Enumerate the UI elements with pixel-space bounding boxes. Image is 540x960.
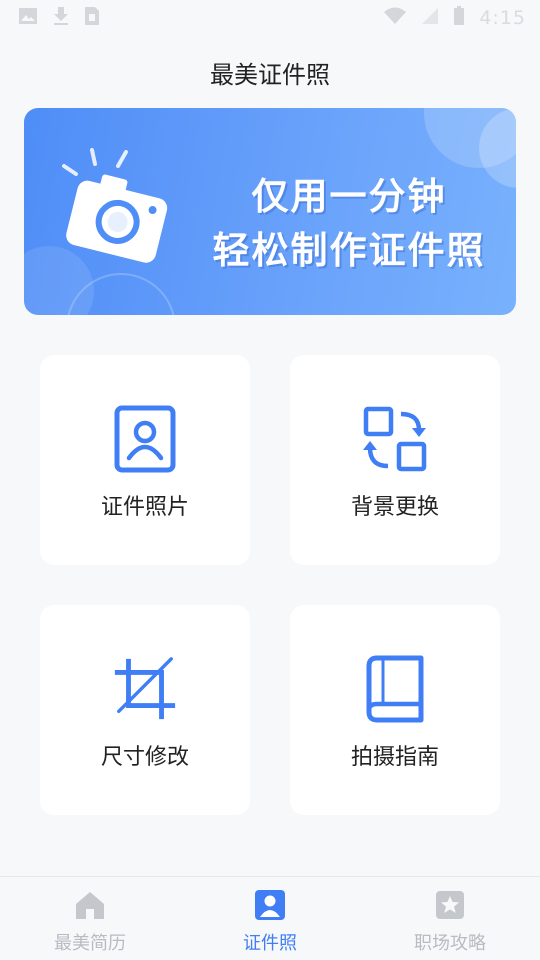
portrait-icon — [254, 889, 286, 925]
banner-headline: 仅用一分钟 轻松制作证件照 — [199, 170, 499, 278]
crop-icon — [111, 655, 179, 723]
nav-label: 职场攻略 — [414, 933, 486, 954]
download-icon — [52, 6, 70, 30]
sim-icon — [84, 6, 100, 30]
home-icon — [74, 889, 106, 925]
wifi-icon — [383, 7, 407, 29]
status-bar-right: 4:15 — [383, 6, 526, 30]
card-id-photo[interactable]: 证件照片 — [40, 355, 250, 565]
status-time: 4:15 — [479, 7, 526, 29]
card-label: 证件照片 — [100, 495, 189, 520]
banner-line-1: 仅用一分钟 — [251, 175, 447, 218]
nav-item-resume[interactable]: 最美简历 — [0, 877, 180, 960]
image-icon — [18, 7, 38, 29]
status-bar-left — [18, 6, 100, 30]
app-screen: 4:15 最美证件照 仅用一分钟 轻松制作证件照 证件照片 背景更换 尺寸修改 … — [0, 0, 540, 960]
battery-icon — [453, 6, 465, 30]
banner-line-2: 轻松制作证件照 — [212, 229, 486, 272]
card-shooting-guide[interactable]: 拍摄指南 — [290, 605, 500, 815]
promo-banner[interactable]: 仅用一分钟 轻松制作证件照 — [24, 108, 516, 315]
card-label: 尺寸修改 — [100, 745, 189, 770]
star-badge-icon — [434, 889, 466, 925]
card-background-swap[interactable]: 背景更换 — [290, 355, 500, 565]
swap-background-icon — [361, 405, 429, 473]
page-title: 最美证件照 — [210, 60, 330, 89]
bottom-nav: 最美简历 证件照 职场攻略 — [0, 876, 540, 960]
nav-label: 最美简历 — [54, 933, 126, 954]
status-bar: 4:15 — [0, 0, 540, 36]
signal-icon — [421, 7, 439, 29]
card-label: 拍摄指南 — [350, 745, 439, 770]
book-icon — [361, 655, 429, 723]
top-header: 最美证件照 — [0, 48, 540, 96]
nav-item-id-photo[interactable]: 证件照 — [180, 877, 360, 960]
id-photo-icon — [111, 405, 179, 473]
nav-item-career-tips[interactable]: 职场攻略 — [360, 877, 540, 960]
camera-icon — [46, 146, 171, 270]
card-label: 背景更换 — [350, 495, 439, 520]
nav-label: 证件照 — [243, 933, 297, 954]
card-size-edit[interactable]: 尺寸修改 — [40, 605, 250, 815]
